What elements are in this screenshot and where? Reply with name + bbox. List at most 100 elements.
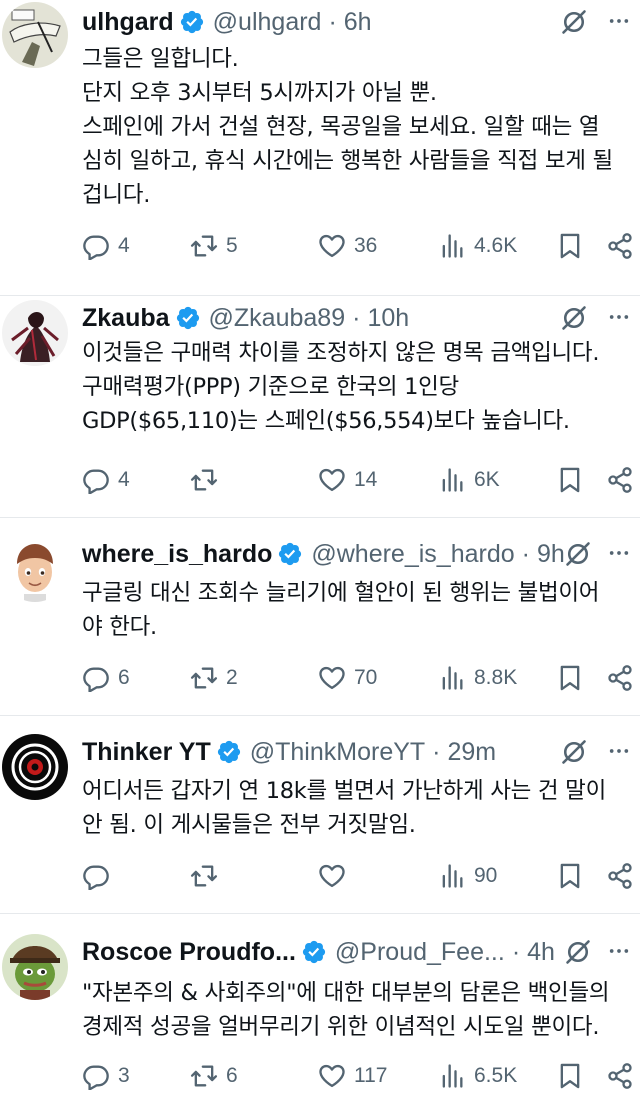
avatar[interactable] [2, 934, 68, 1000]
avatar[interactable] [2, 300, 68, 366]
view-count: 8.8K [474, 666, 518, 689]
reply-button[interactable]: 4 [82, 228, 130, 264]
tweet-text: 이것들은 구매력 차이를 조정하지 않은 명목 금액입니다. 구매력평가(PPP… [82, 336, 630, 438]
retweet-button[interactable]: 6 [190, 1058, 238, 1094]
display-name[interactable]: ulhgard [82, 8, 174, 37]
share-button[interactable] [606, 228, 634, 264]
views-icon [438, 1062, 466, 1090]
share-button[interactable] [606, 462, 634, 498]
bookmark-button[interactable] [556, 660, 584, 696]
tweet-text: 어디서든 갑자기 연 18k를 벌면서 가난하게 사는 건 말이 안 됨. 이 … [82, 774, 630, 842]
timestamp[interactable]: 29m [448, 738, 497, 767]
reply-button[interactable] [82, 858, 118, 894]
retweet-icon [190, 466, 218, 494]
views-button[interactable]: 4.6K [438, 228, 517, 264]
like-count: 14 [354, 468, 378, 491]
reply-icon [82, 862, 110, 890]
grok-icon[interactable] [560, 8, 588, 36]
user-handle[interactable]: @where_is_hardo [311, 540, 514, 569]
tweet[interactable]: Thinker YT @ThinkMoreYT · 29m 어디서든 갑자기 연… [0, 716, 640, 914]
tweet-text-line: 겁니다. [82, 182, 151, 208]
views-icon [438, 862, 466, 890]
action-bar: 4 5 36 4.6K [82, 228, 640, 264]
views-button[interactable]: 6K [438, 462, 500, 498]
like-button[interactable]: 117 [318, 1058, 387, 1094]
more-icon[interactable] [608, 306, 630, 328]
view-count: 6.5K [474, 1064, 518, 1087]
views-icon [438, 466, 466, 494]
timestamp[interactable]: 4h [527, 938, 555, 967]
views-button[interactable]: 6.5K [438, 1058, 517, 1094]
views-button[interactable]: 8.8K [438, 660, 517, 696]
reply-button[interactable]: 4 [82, 462, 130, 498]
views-button[interactable]: 90 [438, 858, 497, 894]
share-button[interactable] [606, 1058, 634, 1094]
share-button[interactable] [606, 858, 634, 894]
view-count: 4.6K [474, 234, 518, 257]
tweet[interactable]: Zkauba @Zkauba89 · 10h 이것들은 구매력 차이를 조정하지… [0, 296, 640, 518]
like-button[interactable]: 70 [318, 660, 377, 696]
display-name[interactable]: Roscoe Proudfo... [82, 938, 296, 967]
like-button[interactable] [318, 858, 354, 894]
reply-button[interactable]: 3 [82, 1058, 130, 1094]
reply-button[interactable]: 6 [82, 660, 130, 696]
retweet-button[interactable]: 2 [190, 660, 238, 696]
view-count: 6K [474, 468, 500, 491]
retweet-button[interactable] [190, 462, 226, 498]
retweet-button[interactable] [190, 858, 226, 894]
tweet-text-line: 이것들은 구매력 차이를 조정하지 않은 명목 금액입니다. [82, 340, 600, 366]
display-name[interactable]: Zkauba [82, 304, 170, 333]
tweet-text-line: GDP($65,110)는 스페인($56,554)보다 높습니다. [82, 408, 570, 434]
bookmark-button[interactable] [556, 228, 584, 264]
tweet-text-line: 어디서든 갑자기 연 18k를 벌면서 가난하게 사는 건 말이 [82, 778, 606, 804]
tweet-text-line: 스페인에 가서 건설 현장, 목공일을 보세요. 일할 때는 열 [82, 114, 600, 140]
retweet-icon [190, 1062, 218, 1090]
like-button[interactable]: 36 [318, 228, 377, 264]
retweet-count: 6 [226, 1064, 238, 1087]
avatar[interactable] [2, 2, 68, 68]
more-icon[interactable] [608, 740, 630, 762]
reply-count: 4 [118, 468, 130, 491]
tweet-header: ulhgard @ulhgard · 6h [82, 2, 640, 42]
verified-badge-icon [277, 541, 303, 567]
retweet-icon [190, 862, 218, 890]
retweet-icon [190, 232, 218, 260]
like-icon [318, 232, 346, 260]
action-bar: 6 2 70 8.8K [82, 660, 640, 696]
tweet[interactable]: ulhgard @ulhgard · 6h 그들은 일합니다. 단지 오후 3시… [0, 0, 640, 296]
share-button[interactable] [606, 660, 634, 696]
retweet-button[interactable]: 5 [190, 228, 238, 264]
verified-badge-icon [216, 739, 242, 765]
bookmark-button[interactable] [556, 1058, 584, 1094]
like-icon [318, 664, 346, 692]
bookmark-button[interactable] [556, 462, 584, 498]
action-bar: 4 14 6K [82, 462, 640, 498]
grok-icon[interactable] [560, 304, 588, 332]
more-icon[interactable] [608, 542, 630, 564]
user-handle[interactable]: @Zkauba89 [209, 304, 346, 333]
avatar[interactable] [2, 536, 68, 602]
timestamp[interactable]: 10h [367, 304, 409, 333]
display-name[interactable]: Thinker YT [82, 738, 211, 767]
bookmark-icon [556, 466, 584, 494]
user-handle[interactable]: @ThinkMoreYT [250, 738, 425, 767]
bookmark-button[interactable] [556, 858, 584, 894]
tweet-header: Roscoe Proudfo... @Proud_Fee... · 4h [82, 932, 640, 972]
timestamp[interactable]: 6h [344, 8, 372, 37]
timestamp[interactable]: 9h [537, 540, 565, 569]
avatar[interactable] [2, 734, 68, 800]
tweet-header: Thinker YT @ThinkMoreYT · 29m [82, 732, 640, 772]
like-button[interactable]: 14 [318, 462, 377, 498]
more-icon[interactable] [608, 10, 630, 32]
grok-icon[interactable] [564, 938, 592, 966]
grok-icon[interactable] [560, 738, 588, 766]
display-name[interactable]: where_is_hardo [82, 540, 272, 569]
reply-count: 4 [118, 234, 130, 257]
tweet[interactable]: where_is_hardo @where_is_hardo · 9h 구글링 … [0, 518, 640, 716]
grok-icon[interactable] [564, 540, 592, 568]
user-handle[interactable]: @Proud_Fee... [335, 938, 505, 967]
more-icon[interactable] [608, 940, 630, 962]
tweet[interactable]: Roscoe Proudfo... @Proud_Fee... · 4h "자본… [0, 914, 640, 1106]
separator-dot: · [521, 539, 530, 568]
user-handle[interactable]: @ulhgard [213, 8, 322, 37]
